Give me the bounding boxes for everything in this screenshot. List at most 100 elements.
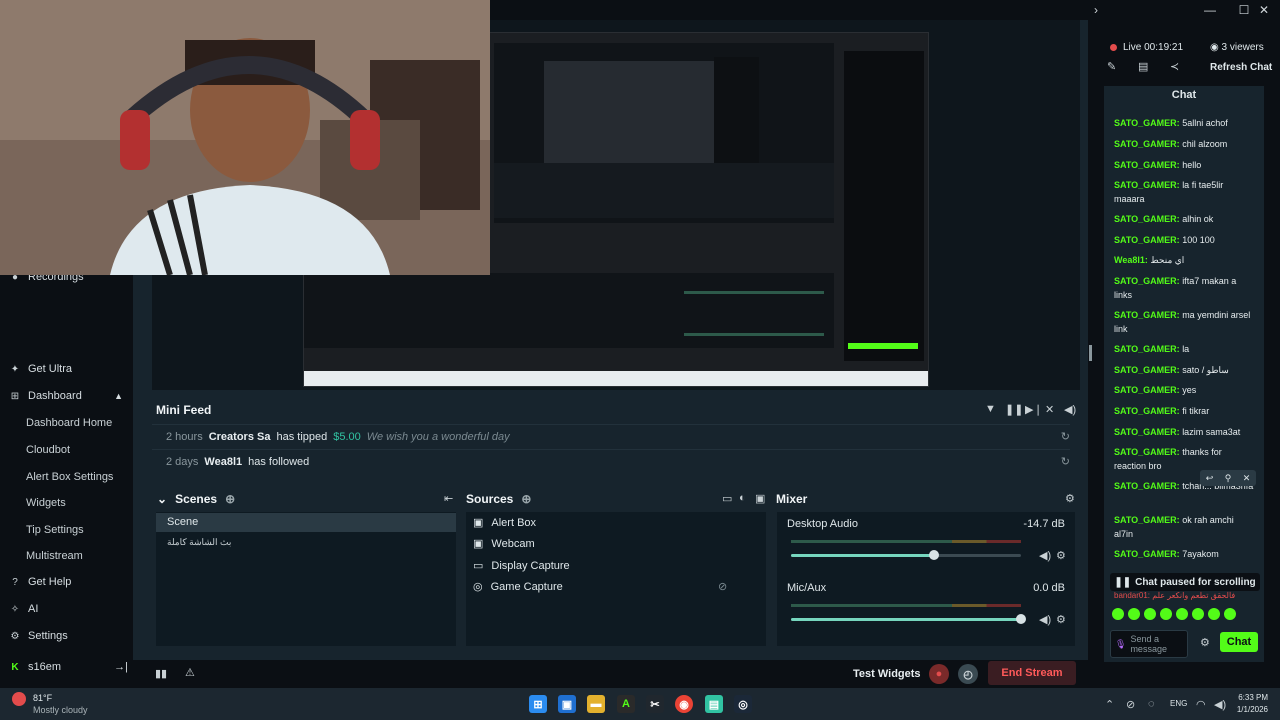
sidebar-item-alert-box-settings[interactable]: Alert Box Settings — [26, 471, 113, 483]
desktop-audio-slider[interactable] — [791, 550, 1021, 560]
app-a-icon[interactable]: A — [617, 695, 635, 713]
scene-item-selected[interactable]: Scene — [156, 513, 456, 532]
chat-message[interactable]: SATO_GAMER: ok rah amchi al7in — [1114, 513, 1254, 541]
send-chat-button[interactable]: Chat — [1220, 632, 1258, 652]
tray-app-icon[interactable]: ⊘ — [1126, 698, 1135, 711]
popout-icon[interactable]: ▤ — [1138, 60, 1148, 73]
emote-icon[interactable] — [1224, 608, 1236, 620]
chat-message[interactable]: SATO_GAMER: la fi tae5lir maaara — [1114, 178, 1254, 206]
store-icon[interactable]: ▣ — [558, 695, 576, 713]
minimize-icon[interactable]: — — [1200, 3, 1220, 17]
chat-username[interactable]: SATO_GAMER: — [1114, 139, 1180, 149]
chat-username[interactable]: SATO_GAMER: — [1114, 406, 1180, 416]
chat-message[interactable]: SATO_GAMER: lazim sama3at — [1114, 425, 1254, 439]
chat-message[interactable]: SATO_GAMER: fi tikrar — [1114, 404, 1254, 418]
chevron-down-icon[interactable]: ⌄ — [157, 492, 167, 506]
microphone-tray-icon[interactable]: ◌ — [1148, 698, 1155, 710]
file-explorer-icon[interactable]: ▬ — [587, 695, 605, 713]
chevron-right-icon[interactable]: › — [1086, 3, 1106, 17]
sidebar-item-settings[interactable]: ⚙ Settings — [10, 625, 68, 647]
source-hide-icon[interactable]: ◐ — [739, 492, 746, 504]
chat-username[interactable]: SATO_GAMER: — [1114, 481, 1180, 491]
slider-knob[interactable] — [928, 550, 939, 560]
sidebar-item-widgets[interactable]: Widgets — [26, 497, 66, 509]
sidebar-item-multistream[interactable]: Multistream — [26, 550, 83, 562]
chrome-icon[interactable]: ◉ — [675, 695, 693, 713]
chat-message[interactable]: SATO_GAMER: chil alzoom — [1114, 137, 1254, 151]
streamlabs-icon[interactable]: ▤ — [705, 695, 723, 713]
tray-overflow-icon[interactable]: ⌃ — [1105, 698, 1114, 711]
add-source-icon[interactable]: ⊕ — [521, 492, 531, 506]
pin-icon[interactable]: ⚲ — [1225, 473, 1232, 484]
chat-message[interactable]: SATO_GAMER: 5allni achof — [1114, 116, 1254, 130]
chat-message[interactable]: SATO_GAMER: yes — [1114, 383, 1254, 397]
channel-settings-icon[interactable]: ⚙ — [1056, 613, 1066, 626]
refresh-chat-button[interactable]: Refresh Chat — [1210, 62, 1272, 73]
chat-message[interactable]: SATO_GAMER: ma yemdini arsel link — [1114, 308, 1254, 336]
emote-icon[interactable] — [1128, 608, 1140, 620]
close-icon[interactable]: ✕ — [1254, 3, 1274, 17]
chat-message[interactable]: SATO_GAMER: 100 100 — [1114, 233, 1254, 247]
emote-icon[interactable] — [1176, 608, 1188, 620]
test-widgets-button[interactable]: Test Widgets — [853, 664, 921, 684]
sidebar-item-get-ultra[interactable]: ✦ Get Ultra — [10, 358, 72, 380]
stats-icon[interactable]: ▮▮ — [155, 667, 167, 680]
replay-icon[interactable]: ↻ — [1061, 430, 1070, 443]
language-indicator[interactable]: ENG — [1170, 699, 1187, 708]
replay-buffer-button[interactable]: ◴ — [958, 664, 978, 684]
chat-message[interactable]: SATO_GAMER: alhin ok — [1114, 212, 1254, 226]
channel-settings-icon[interactable]: ⚙ — [1056, 549, 1066, 562]
reply-icon[interactable]: ↩ — [1206, 473, 1214, 484]
chat-message[interactable]: SATO_GAMER: sato / ساطو — [1114, 363, 1254, 377]
sidebar-item-ai[interactable]: ✧ AI — [10, 598, 39, 620]
share-icon[interactable]: ≺ — [1170, 60, 1179, 73]
source-folder-icon[interactable]: ▭ — [722, 492, 732, 505]
speaker-icon[interactable]: ◀) — [1039, 549, 1051, 562]
scene-item[interactable]: بث الشاشة كاملة — [167, 537, 231, 548]
chat-username[interactable]: SATO_GAMER: — [1114, 180, 1180, 190]
chat-message[interactable]: SATO_GAMER: ifta7 makan a links — [1114, 274, 1254, 302]
chat-username[interactable]: Wea8l1: — [1114, 255, 1148, 265]
clock-date[interactable]: 1/1/2026 — [1233, 705, 1268, 714]
emote-icon[interactable] — [1144, 608, 1156, 620]
source-properties-icon[interactable]: ▣ — [755, 492, 765, 505]
splitter-handle[interactable] — [1089, 345, 1092, 361]
record-button[interactable]: ● — [929, 664, 949, 684]
windows-start-icon[interactable]: ⊞ — [529, 695, 547, 713]
add-scene-icon[interactable]: ⊕ — [225, 492, 235, 506]
end-stream-button[interactable]: End Stream — [988, 661, 1076, 685]
edit-icon[interactable]: ✎ — [1107, 60, 1116, 73]
filter-icon[interactable]: ▼ — [985, 403, 996, 415]
emote-icon[interactable] — [1112, 608, 1124, 620]
pause-icon[interactable]: ❚❚ — [1005, 403, 1023, 416]
sidebar-item-cloudbot[interactable]: Cloudbot — [26, 444, 70, 456]
emote-icon[interactable] — [1192, 608, 1204, 620]
hidden-eye-icon[interactable]: ⊘ — [718, 580, 727, 593]
source-item[interactable]: ▭ Display Capture — [473, 559, 570, 573]
chat-username[interactable]: SATO_GAMER: — [1114, 515, 1180, 525]
sidebar-item-tip-settings[interactable]: Tip Settings — [26, 524, 84, 536]
capcut-icon[interactable]: ✂ — [646, 695, 664, 713]
mic-aux-slider[interactable] — [791, 614, 1026, 624]
wifi-icon[interactable]: ◠ — [1196, 698, 1206, 711]
sidebar-item-get-help[interactable]: ? Get Help — [10, 571, 71, 593]
chat-paused-banner[interactable]: ❚❚ Chat paused for scrolling — [1110, 573, 1260, 591]
volume-icon[interactable]: ◀) — [1064, 403, 1076, 416]
chat-username[interactable]: SATO_GAMER: — [1114, 549, 1180, 559]
chat-message[interactable]: SATO_GAMER: hello — [1114, 158, 1254, 172]
skip-icon[interactable]: ▶❘ — [1025, 403, 1043, 416]
chat-username[interactable]: SATO_GAMER: — [1114, 427, 1180, 437]
scene-transition-icon[interactable]: ⇤ — [444, 492, 453, 505]
chat-username[interactable]: SATO_GAMER: — [1114, 365, 1180, 375]
chat-username[interactable]: SATO_GAMER: — [1114, 310, 1180, 320]
emote-icon[interactable] — [1160, 608, 1172, 620]
chat-username[interactable]: SATO_GAMER: — [1114, 447, 1180, 457]
sidebar-user[interactable]: Ks16em →| — [10, 656, 128, 678]
chat-username[interactable]: SATO_GAMER: — [1114, 118, 1180, 128]
emote-icon[interactable] — [1208, 608, 1220, 620]
chat-username[interactable]: SATO_GAMER: — [1114, 214, 1180, 224]
chat-username[interactable]: SATO_GAMER: — [1114, 235, 1180, 245]
chat-message[interactable]: SATO_GAMER: 7ayakom — [1114, 547, 1254, 561]
replay-icon[interactable]: ↻ — [1061, 455, 1070, 468]
chat-username[interactable]: SATO_GAMER: — [1114, 344, 1180, 354]
